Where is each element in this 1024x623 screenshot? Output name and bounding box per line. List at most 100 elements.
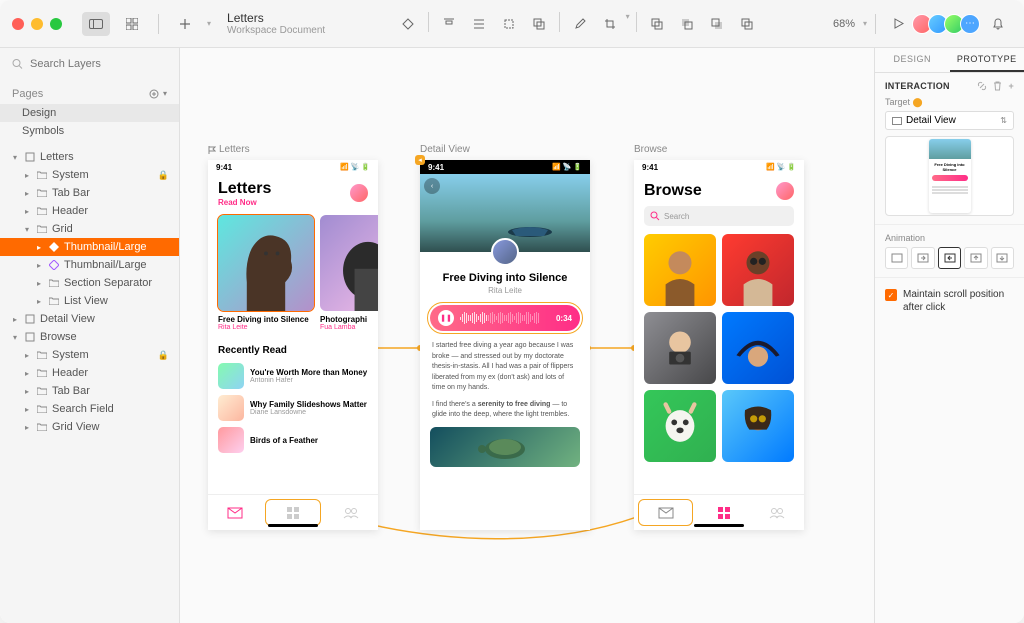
maximize-window-button[interactable] bbox=[50, 18, 62, 30]
chevron-right-icon[interactable]: ▸ bbox=[22, 423, 32, 432]
chevron-right-icon[interactable]: ▸ bbox=[22, 171, 32, 180]
section-header: Recently Read bbox=[208, 337, 378, 360]
group-button[interactable] bbox=[525, 12, 553, 36]
pages-label: Pages bbox=[12, 88, 43, 100]
home-indicator bbox=[694, 524, 744, 527]
animation-slide-right[interactable] bbox=[911, 247, 934, 269]
close-window-button[interactable] bbox=[12, 18, 24, 30]
artboard-detail-view[interactable]: Detail View ◂ 9:41 📶 📡 🔋 ‹ Free Diving i… bbox=[420, 160, 590, 530]
preview-button[interactable] bbox=[884, 12, 912, 36]
tab-prototype[interactable]: PROTOTYPE bbox=[950, 48, 1024, 72]
layer-browse-search[interactable]: ▸ Search Field bbox=[0, 400, 179, 418]
chevron-right-icon[interactable]: ▸ bbox=[34, 279, 44, 288]
layer-browse-header[interactable]: ▸ Header bbox=[0, 364, 179, 382]
tab-design[interactable]: DESIGN bbox=[875, 48, 950, 72]
grid-item bbox=[644, 312, 716, 384]
animation-none[interactable] bbox=[885, 247, 908, 269]
canvas[interactable]: Letters 9:41 📶 📡 🔋 Letters Read Now bbox=[180, 48, 874, 623]
zoom-level[interactable]: 68% bbox=[829, 18, 859, 30]
chevron-down-icon[interactable]: ▾ bbox=[10, 333, 20, 342]
chevron-right-icon[interactable]: ▸ bbox=[34, 243, 44, 252]
maintain-scroll-checkbox[interactable]: ✓ Maintain scroll position after click bbox=[885, 288, 1014, 314]
chevron-down-icon[interactable]: ▾ bbox=[10, 153, 20, 162]
page-item-design[interactable]: Design bbox=[0, 104, 179, 122]
components-view-button[interactable] bbox=[118, 12, 146, 36]
layer-browse-tab-bar[interactable]: ▸ Tab Bar bbox=[0, 382, 179, 400]
layer-header[interactable]: ▸ Header bbox=[0, 202, 179, 220]
difference-button[interactable] bbox=[733, 12, 761, 36]
chevron-right-icon[interactable]: ▸ bbox=[22, 369, 32, 378]
folder-icon bbox=[36, 187, 48, 199]
animation-slide-down[interactable] bbox=[991, 247, 1014, 269]
layer-list-view[interactable]: ▸ List View bbox=[0, 292, 179, 310]
chevron-down-icon[interactable]: ▾ bbox=[22, 225, 32, 234]
layer-browse-system[interactable]: ▸ System 🔒 bbox=[0, 346, 179, 364]
target-select[interactable]: Detail View ⇅ bbox=[885, 111, 1014, 130]
animation-slide-up[interactable] bbox=[964, 247, 987, 269]
chevron-down-icon[interactable]: ▾ bbox=[863, 19, 867, 28]
hero-image: ‹ bbox=[420, 174, 590, 252]
people-icon bbox=[769, 507, 785, 519]
symbol-icon bbox=[48, 259, 60, 271]
people-icon bbox=[343, 507, 359, 519]
edit-button[interactable] bbox=[566, 12, 594, 36]
artboard-letters[interactable]: Letters 9:41 📶 📡 🔋 Letters Read Now bbox=[208, 160, 378, 530]
crop-button[interactable] bbox=[596, 12, 624, 36]
chevron-right-icon[interactable]: ▸ bbox=[22, 351, 32, 360]
chevron-right-icon[interactable]: ▸ bbox=[34, 297, 44, 306]
insert-button[interactable] bbox=[171, 12, 199, 36]
list-title: You're Worth More than Money bbox=[250, 368, 367, 377]
link-icon[interactable] bbox=[977, 81, 987, 91]
add-icon[interactable]: + bbox=[1008, 81, 1014, 91]
card-title: Photographi bbox=[320, 315, 378, 324]
align-button[interactable] bbox=[435, 12, 463, 36]
trash-icon[interactable] bbox=[993, 81, 1002, 91]
screen-title: Browse bbox=[644, 182, 702, 200]
layer-browse-grid-view[interactable]: ▸ Grid View bbox=[0, 418, 179, 436]
symbol-button[interactable] bbox=[394, 12, 422, 36]
layer-thumbnail-large-selected[interactable]: ▸ Thumbnail/Large bbox=[0, 238, 179, 256]
no-animation-icon bbox=[891, 253, 903, 263]
folder-icon bbox=[36, 169, 48, 181]
sidebar-toggle-button[interactable] bbox=[82, 12, 110, 36]
search-layers-input[interactable] bbox=[10, 54, 169, 74]
person-illustration bbox=[320, 215, 378, 311]
chevron-right-icon[interactable]: ▸ bbox=[22, 207, 32, 216]
chevron-right-icon[interactable]: ▸ bbox=[22, 189, 32, 198]
layer-artboard-browse[interactable]: ▾ Browse bbox=[0, 328, 179, 346]
plus-icon bbox=[179, 18, 191, 30]
animation-slide-left[interactable] bbox=[938, 247, 961, 269]
artboard-label[interactable]: Detail View bbox=[420, 144, 470, 155]
card-image bbox=[320, 215, 378, 311]
chevron-right-icon[interactable]: ▸ bbox=[34, 261, 44, 270]
artboard-browse[interactable]: Browse 9:41 📶 📡 🔋 Browse Search bbox=[634, 160, 804, 530]
toolbar-center: ▾ bbox=[333, 12, 821, 36]
artboard-label[interactable]: Browse bbox=[634, 144, 667, 155]
tidy-button[interactable] bbox=[495, 12, 523, 36]
layer-grid[interactable]: ▾ Grid bbox=[0, 220, 179, 238]
chevron-down-icon[interactable]: ▾ bbox=[207, 19, 211, 28]
chevron-right-icon[interactable]: ▸ bbox=[22, 387, 32, 396]
intersect-button[interactable] bbox=[703, 12, 731, 36]
layer-artboard-detail-view[interactable]: ▸ Detail View bbox=[0, 310, 179, 328]
card-author: Fua Lamba bbox=[320, 324, 378, 331]
artboard-label[interactable]: Letters bbox=[208, 144, 250, 155]
layer-section-separator[interactable]: ▸ Section Separator bbox=[0, 274, 179, 292]
add-page-icon[interactable] bbox=[149, 89, 159, 99]
layer-system[interactable]: ▸ System 🔒 bbox=[0, 166, 179, 184]
folder-icon bbox=[36, 403, 48, 415]
chevron-down-icon[interactable]: ▾ bbox=[163, 89, 167, 99]
collaborator-avatars[interactable]: ⋯ bbox=[916, 14, 980, 34]
layer-tab-bar[interactable]: ▸ Tab Bar bbox=[0, 184, 179, 202]
layer-thumbnail-large[interactable]: ▸ Thumbnail/Large bbox=[0, 256, 179, 274]
layer-artboard-letters[interactable]: ▾ Letters bbox=[0, 148, 179, 166]
page-item-symbols[interactable]: Symbols bbox=[0, 122, 179, 140]
union-button[interactable] bbox=[643, 12, 671, 36]
chevron-right-icon[interactable]: ▸ bbox=[10, 315, 20, 324]
notifications-button[interactable] bbox=[984, 12, 1012, 36]
distribute-button[interactable] bbox=[465, 12, 493, 36]
subtract-button[interactable] bbox=[673, 12, 701, 36]
chevron-right-icon[interactable]: ▸ bbox=[22, 405, 32, 414]
minimize-window-button[interactable] bbox=[31, 18, 43, 30]
chevron-down-icon[interactable]: ▾ bbox=[626, 12, 630, 36]
